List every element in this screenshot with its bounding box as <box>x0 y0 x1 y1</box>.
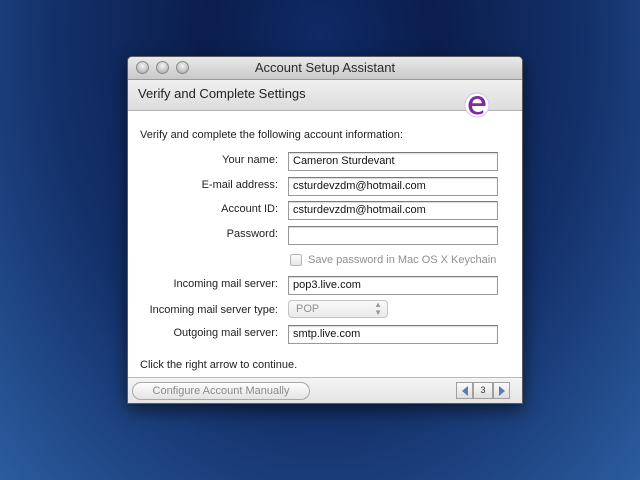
password-input[interactable] <box>288 226 498 245</box>
left-arrow-icon <box>462 386 468 396</box>
password-label: Password: <box>226 228 278 240</box>
incoming-type-value: POP <box>296 303 320 315</box>
incoming-type-popup[interactable]: POP ▲ ▼ <box>288 300 388 318</box>
page-number: 3 <box>473 382 493 399</box>
email-address-input[interactable]: csturdevzdm@hotmail.com <box>288 177 498 196</box>
continue-instruction: Click the right arrow to continue. <box>140 359 298 371</box>
configure-manually-button[interactable]: Configure Account Manually <box>132 382 310 400</box>
previous-page-button[interactable] <box>456 382 473 399</box>
incoming-server-label: Incoming mail server: <box>173 278 278 290</box>
updown-arrows-icon: ▲ ▼ <box>374 300 382 317</box>
incoming-server-input[interactable]: pop3.live.com <box>288 276 498 295</box>
right-arrow-icon <box>499 386 505 396</box>
outgoing-server-label: Outgoing mail server: <box>173 327 278 339</box>
outgoing-server-input[interactable]: smtp.live.com <box>288 325 498 344</box>
account-setup-window: Account Setup Assistant Verify and Compl… <box>127 56 523 404</box>
your-name-input[interactable]: Cameron Sturdevant <box>288 152 498 171</box>
account-id-label: Account ID: <box>221 203 278 215</box>
section-title: Verify and Complete Settings <box>138 86 306 101</box>
intro-text: Verify and complete the following accoun… <box>140 129 403 141</box>
title-bar[interactable]: Account Setup Assistant <box>128 57 522 80</box>
email-address-label: E-mail address: <box>201 179 278 191</box>
keychain-checkbox-label: Save password in Mac OS X Keychain <box>308 254 497 266</box>
keychain-checkbox[interactable] <box>290 254 302 266</box>
entourage-e-icon <box>464 92 490 118</box>
incoming-type-label: Incoming mail server type: <box>149 304 278 316</box>
footer-bar: Configure Account Manually 3 <box>128 377 522 403</box>
next-page-button[interactable] <box>493 382 510 399</box>
window-title: Account Setup Assistant <box>254 60 396 75</box>
account-id-input[interactable]: csturdevzdm@hotmail.com <box>288 201 498 220</box>
your-name-label: Your name: <box>222 154 278 166</box>
